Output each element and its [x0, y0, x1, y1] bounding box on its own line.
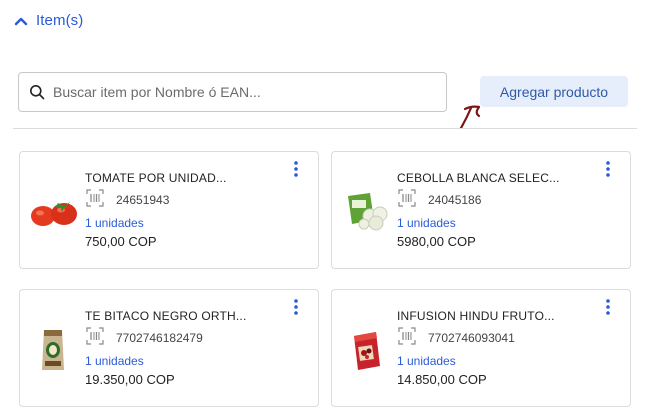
more-options-icon[interactable]	[292, 160, 300, 178]
product-price: 19.350,00 COP	[85, 372, 175, 387]
items-section-toggle[interactable]: Item(s)	[13, 12, 83, 29]
search-box	[18, 72, 447, 112]
product-ean: 7702746093041	[428, 331, 515, 345]
barcode-icon	[86, 189, 104, 207]
search-input[interactable]	[53, 84, 433, 100]
tea-bag-image	[42, 330, 64, 370]
more-options-icon[interactable]	[604, 160, 612, 178]
product-price: 5980,00 COP	[397, 234, 476, 249]
product-ean: 24651943	[116, 193, 170, 207]
product-name: TE BITACO NEGRO ORTH...	[85, 309, 247, 323]
barcode-icon	[398, 327, 416, 345]
chevron-up-icon	[14, 17, 28, 25]
product-ean: 7702746182479	[116, 331, 203, 345]
product-card[interactable]: TOMATE POR UNIDAD... 24651943 1 unidades…	[19, 151, 319, 269]
more-options-icon[interactable]	[292, 298, 300, 316]
more-options-icon[interactable]	[604, 298, 612, 316]
product-card[interactable]: CEBOLLA BLANCA SELEC... 24045186 1 unida…	[331, 151, 631, 269]
barcode-icon	[398, 189, 416, 207]
product-card[interactable]: TE BITACO NEGRO ORTH... 7702746182479 1 …	[19, 289, 319, 407]
product-quantity[interactable]: 1 unidades	[397, 216, 456, 230]
product-quantity[interactable]: 1 unidades	[85, 216, 144, 230]
tomato-image	[31, 202, 77, 226]
divider	[13, 128, 637, 129]
product-ean: 24045186	[428, 193, 482, 207]
product-name: CEBOLLA BLANCA SELEC...	[397, 171, 560, 185]
product-price: 14.850,00 COP	[397, 372, 487, 387]
section-title: Item(s)	[36, 12, 84, 29]
product-card[interactable]: INFUSION HINDU FRUTO... 7702746093041 1 …	[331, 289, 631, 407]
barcode-icon	[86, 327, 104, 345]
product-quantity[interactable]: 1 unidades	[85, 354, 144, 368]
product-quantity[interactable]: 1 unidades	[397, 354, 456, 368]
infusion-box-image	[354, 332, 380, 370]
arrow-annotation-icon	[459, 105, 481, 130]
product-name: TOMATE POR UNIDAD...	[85, 171, 227, 185]
search-icon	[30, 85, 45, 100]
add-product-button[interactable]: Agregar producto	[480, 76, 628, 107]
onion-bag-image	[348, 193, 388, 231]
product-price: 750,00 COP	[85, 234, 157, 249]
product-name: INFUSION HINDU FRUTO...	[397, 309, 555, 323]
